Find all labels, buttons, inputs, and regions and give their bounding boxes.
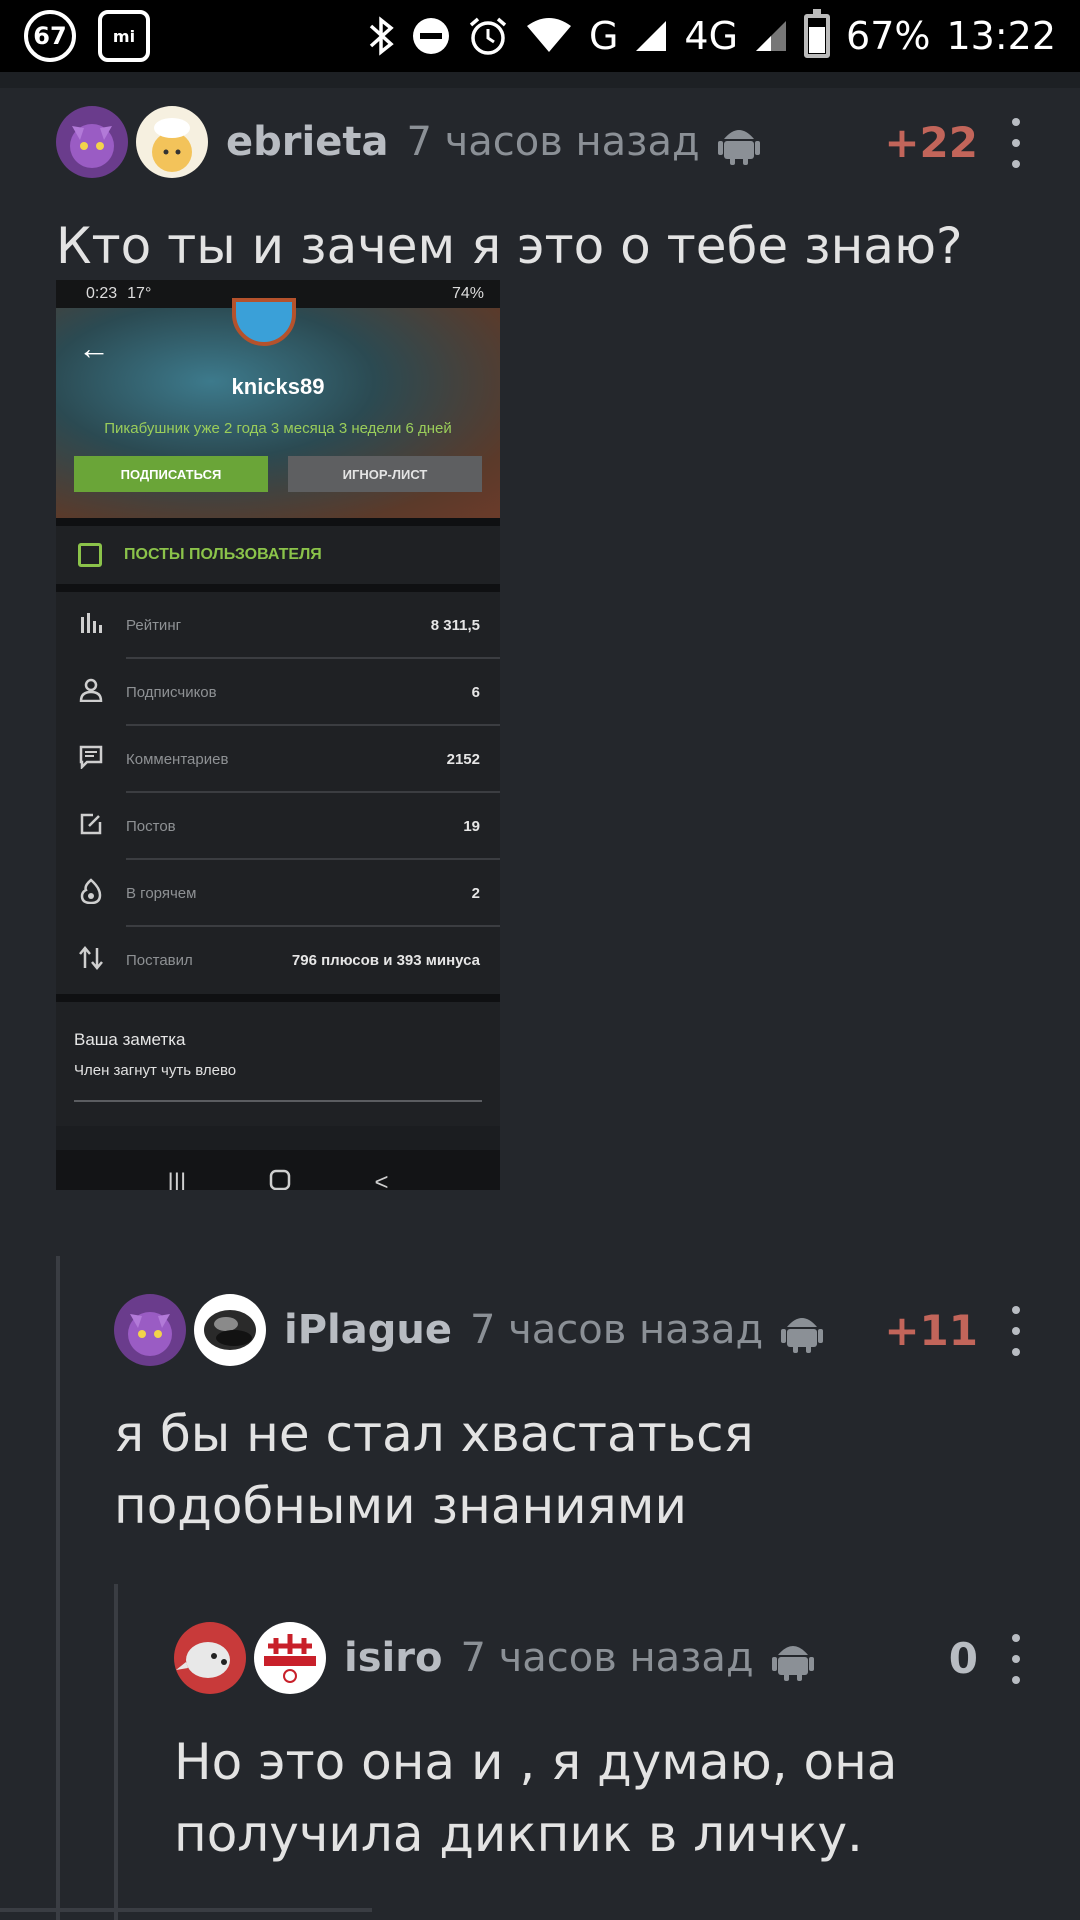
spacer <box>56 1126 500 1150</box>
profile-username: knicks89 <box>231 374 325 399</box>
thread-line <box>56 1256 60 1920</box>
fire-icon <box>76 877 106 910</box>
divider <box>56 518 500 526</box>
wifi-icon <box>525 18 573 54</box>
user-posts-link: ПОСТЫ ПОЛЬЗОВАТЕЛЯ <box>56 526 500 584</box>
avatar[interactable] <box>174 1622 246 1694</box>
comment: ebrieta 7 часов назад +22 Кто ты и зачем… <box>56 104 1026 282</box>
image-status-battery: 74% <box>451 285 484 302</box>
stat-row: Рейтинг 8 311,5 <box>56 592 500 659</box>
back-icon: < <box>374 1169 389 1190</box>
stat-row: В горячем 2 <box>56 860 500 927</box>
clock: 13:22 <box>946 14 1056 58</box>
comment-score: +22 <box>884 118 978 167</box>
recents-icon: ||| <box>167 1169 187 1190</box>
stat-value: 796 плюсов и 393 минуса <box>291 952 480 969</box>
comment-icon <box>76 745 106 775</box>
updown-icon <box>76 945 106 976</box>
profile-tenure: Пикабушник уже 2 года 3 месяца 3 недели … <box>104 420 452 437</box>
stat-row: Комментариев 2152 <box>56 726 500 793</box>
network-4g-label: 4G <box>684 14 739 58</box>
comment-time: 7 часов назад <box>469 1307 764 1353</box>
signal-weak-icon <box>754 19 788 53</box>
thread-line <box>114 1584 118 1920</box>
profile-header: ← knicks89 Пикабушник уже 2 года 3 месяц… <box>56 298 500 518</box>
community-avatar[interactable] <box>136 106 208 178</box>
comment-author[interactable]: isiro <box>344 1635 442 1681</box>
attached-image[interactable]: 0:23 17° 74% ← knicks89 Пикабушник уже 2… <box>56 280 500 1190</box>
comment-score: 0 <box>948 1634 978 1683</box>
more-options-icon[interactable] <box>1006 1634 1026 1684</box>
more-options-icon[interactable] <box>1006 118 1026 168</box>
android-icon <box>717 119 760 165</box>
stat-value: 6 <box>471 684 480 701</box>
stat-value: 2 <box>471 885 480 902</box>
battery-icon <box>804 9 831 58</box>
edit-icon <box>78 543 102 567</box>
divider <box>56 994 500 1002</box>
ignore-button: ИГНОР-ЛИСТ <box>288 456 482 492</box>
stat-row: Постов 19 <box>56 793 500 860</box>
bluetooth-icon <box>367 16 395 56</box>
android-icon <box>781 1307 824 1353</box>
stat-value: 8 311,5 <box>430 617 480 634</box>
comment: isiro 7 часов назад 0 Но это она и , я д… <box>174 1620 1026 1870</box>
more-options-icon[interactable] <box>1006 1306 1026 1356</box>
comment-text: Но это она и , я думаю, она получила дик… <box>174 1733 898 1863</box>
comment-author[interactable]: ebrieta <box>226 119 388 165</box>
stat-label: Поставил <box>126 952 193 969</box>
person-icon <box>76 678 106 708</box>
user-note: Ваша заметка Член загнут чуть влево <box>56 1002 500 1126</box>
dnd-icon <box>411 16 451 56</box>
note-value: Член загнут чуть влево <box>74 1062 237 1079</box>
image-status-temp: 17° <box>127 285 152 302</box>
comment-text: Кто ты и зачем я это о тебе знаю? <box>56 217 963 275</box>
back-arrow-icon: ← <box>78 330 110 366</box>
network-g-label: G <box>588 14 619 58</box>
note-title: Ваша заметка <box>74 1030 186 1049</box>
avatar[interactable] <box>114 1294 186 1366</box>
stat-label: Постов <box>126 818 176 835</box>
notification-count-icon: 67 <box>24 10 76 62</box>
comment-header: ebrieta 7 часов назад <box>56 104 1026 180</box>
comment-time: 7 часов назад <box>406 119 700 165</box>
divider <box>56 584 500 592</box>
top-divider <box>0 72 1080 88</box>
user-posts-label: ПОСТЫ ПОЛЬЗОВАТЕЛЯ <box>124 546 322 563</box>
stat-value: 2152 <box>446 751 480 768</box>
community-avatar[interactable] <box>194 1294 266 1366</box>
comment: iPlague 7 часов назад +11 я бы не стал х… <box>114 1292 1026 1542</box>
stat-row: Поставил 796 плюсов и 393 минуса <box>56 927 500 994</box>
edit-icon <box>76 812 106 842</box>
comment-header: isiro 7 часов назад <box>174 1620 1026 1696</box>
comment-time: 7 часов назад <box>460 1635 754 1681</box>
stat-label: Рейтинг <box>126 617 182 634</box>
home-icon <box>269 1169 291 1191</box>
stat-label: Подписчиков <box>126 684 217 701</box>
alarm-icon <box>467 15 509 57</box>
stat-value: 19 <box>463 818 480 835</box>
community-avatar[interactable] <box>254 1622 326 1694</box>
signal-icon <box>634 19 668 53</box>
avatar[interactable] <box>56 106 128 178</box>
rating-icon <box>76 612 106 639</box>
image-status-time: 0:23 <box>86 285 118 302</box>
status-bar: 67 mi G 4G 67% 13:22 <box>0 0 1080 72</box>
stat-row: Подписчиков 6 <box>56 659 500 726</box>
android-icon <box>771 1635 814 1681</box>
profile-avatar <box>232 298 296 346</box>
subscribe-button: ПОДПИСАТЬСЯ <box>74 456 268 492</box>
mi-icon: mi <box>98 10 150 62</box>
image-nav-bar: ||| < <box>56 1150 500 1190</box>
comment-text: я бы не стал хвастаться подобными знания… <box>114 1405 754 1535</box>
battery-level: 67% <box>846 14 931 58</box>
bottom-line <box>0 1908 372 1912</box>
comment-score: +11 <box>884 1306 978 1355</box>
comment-author[interactable]: iPlague <box>284 1307 452 1353</box>
stat-label: Комментариев <box>126 751 229 768</box>
stat-label: В горячем <box>126 885 197 902</box>
